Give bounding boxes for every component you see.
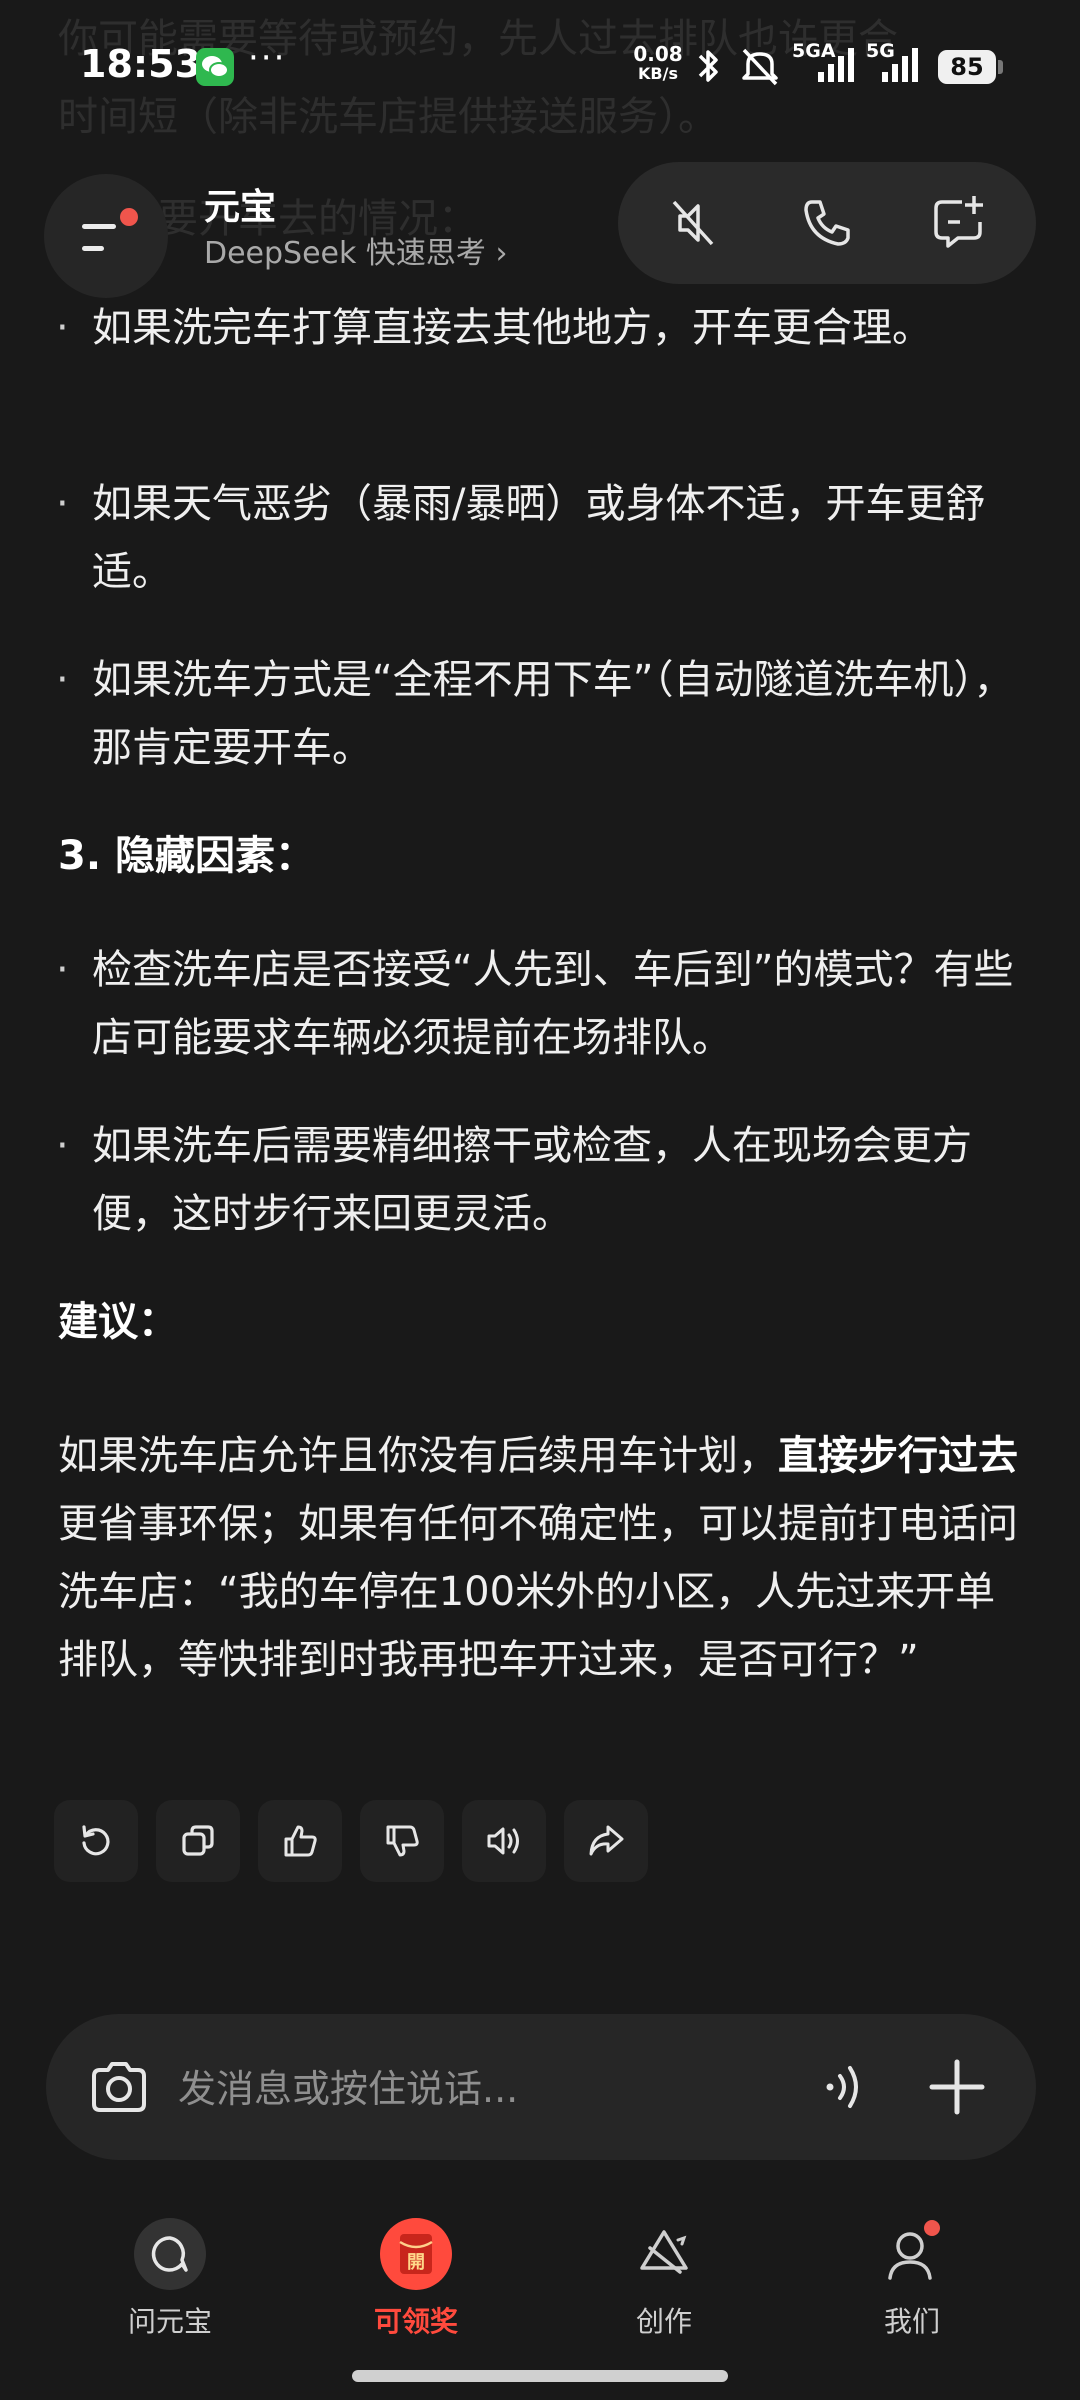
list-item: · 如果洗车后需要精细擦干或检查，人在现场会更方便，这时步行来回更灵活。 [56,1112,1036,1248]
nav-item-ask[interactable]: 问元宝 [90,2214,250,2344]
advice-text: 更省事环保；如果有任何不确定性，可以提前打电话问洗车店：“我的车停在100米外的… [58,1501,1018,1683]
bullet: · [56,657,69,703]
refresh-icon [82,1825,110,1856]
bullet: · [56,481,69,527]
net-speed-value: 0.08 [633,42,683,66]
net-speed-unit: KB/s [638,64,678,83]
phone-call-button[interactable] [796,192,858,254]
battery-level: 85 [938,50,996,84]
list-item: · 如果天气恶劣（暴雨/暴晒）或身体不适，开车更舒适。 [56,470,1036,606]
more-notifications-icon: ··· [248,38,287,78]
chat-title[interactable]: 元宝 [204,178,276,230]
message-input-bar: 发消息或按住说话... [46,2014,1036,2160]
wechat-icon [196,48,234,86]
nav-label: 我们 [883,2305,940,2338]
list-item: · 如果洗完车打算直接去其他地方，开车更合理。 [56,294,1036,362]
nav-item-create[interactable]: 创作 [584,2214,744,2344]
user-icon [888,2220,940,2280]
list-item-text: 检查洗车店是否接受“人先到、车后到”的模式？有些店可能要求车辆必须提前在场排队。 [92,947,1014,1061]
home-indicator[interactable] [352,2370,728,2382]
bullet: · [56,947,69,993]
signal-bars-icon [882,48,918,82]
thumbs-up-icon [284,1825,317,1857]
mute-voice-button[interactable] [662,192,724,254]
copy-icon [182,1825,214,1856]
list-item-text: 如果洗车后需要精细擦干或检查，人在现场会更方便，这时步行来回更灵活。 [92,1123,972,1237]
envelope-badge: 開 [407,2252,425,2273]
advice-paragraph: 如果洗车店允许且你没有后续用车计划，直接步行过去更省事环保；如果有任何不确定性，… [58,1422,1028,1694]
list-item-text: 如果洗完车打算直接去其他地方，开车更合理。 [92,305,932,351]
read-aloud-button[interactable] [462,1800,546,1882]
bluetooth-icon [698,50,718,82]
section-heading: 3. 隐藏因素： [58,833,315,879]
net-speed: 0.08 KB/s [628,44,688,84]
menu-button[interactable] [44,174,168,298]
bullet: · [56,305,69,351]
thumbs-down-icon [386,1825,419,1857]
speaker-icon [487,1827,519,1855]
list-item-text: 如果天气恶劣（暴雨/暴晒）或身体不适，开车更舒适。 [92,481,986,595]
model-selector[interactable]: DeepSeek 快速思考 › [204,228,507,272]
advice-text: 如果洗车店允许且你没有后续用车计划， [58,1433,778,1479]
creation-icon [640,2230,688,2274]
new-chat-button[interactable] [928,192,990,254]
share-button[interactable] [564,1800,648,1882]
chat-bubble-icon [134,2218,206,2290]
like-button[interactable] [258,1800,342,1882]
status-bar: 18:53 ··· 0.08 KB/s 5GA 5G 85 [0,0,1080,135]
red-envelope-icon: 開 [380,2218,452,2290]
status-time: 18:53 [80,42,201,86]
header-actions [618,162,1036,284]
share-icon [589,1825,624,1856]
nav-item-profile[interactable]: 我们 [832,2214,992,2344]
signal-bars-icon [818,48,854,82]
bullet: · [56,1123,69,1169]
voice-input-button[interactable] [816,2056,878,2118]
nav-item-rewards[interactable]: 開 可领奖 [336,2214,496,2344]
menu-icon [82,224,116,229]
section-heading: 建议： [58,1299,178,1345]
add-attachment-button[interactable] [926,2056,988,2118]
advice-bold-text: 直接步行过去 [778,1433,1018,1479]
list-item-text: 如果洗车方式是“全程不用下车”（自动隧道洗车机），那肯定要开车。 [92,657,1014,771]
battery-tip [998,60,1003,74]
dislike-button[interactable] [360,1800,444,1882]
bell-muted-icon [742,48,778,86]
camera-button[interactable] [86,2054,152,2120]
nav-label: 可领奖 [373,2305,458,2338]
nav-label: 创作 [635,2305,692,2338]
list-item: · 检查洗车店是否接受“人先到、车后到”的模式？有些店可能要求车辆必须提前在场排… [56,936,1036,1072]
notification-dot [120,208,138,226]
copy-button[interactable] [156,1800,240,1882]
regenerate-button[interactable] [54,1800,138,1882]
list-item: · 如果洗车方式是“全程不用下车”（自动隧道洗车机），那肯定要开车。 [56,646,1036,782]
menu-icon-line [82,246,104,251]
nav-label: 问元宝 [127,2305,212,2338]
screen: 18:53 ··· 0.08 KB/s 5GA 5G 85 你可能需要等待或预约… [0,0,1080,2400]
message-input[interactable]: 发消息或按住说话... [178,2058,518,2113]
